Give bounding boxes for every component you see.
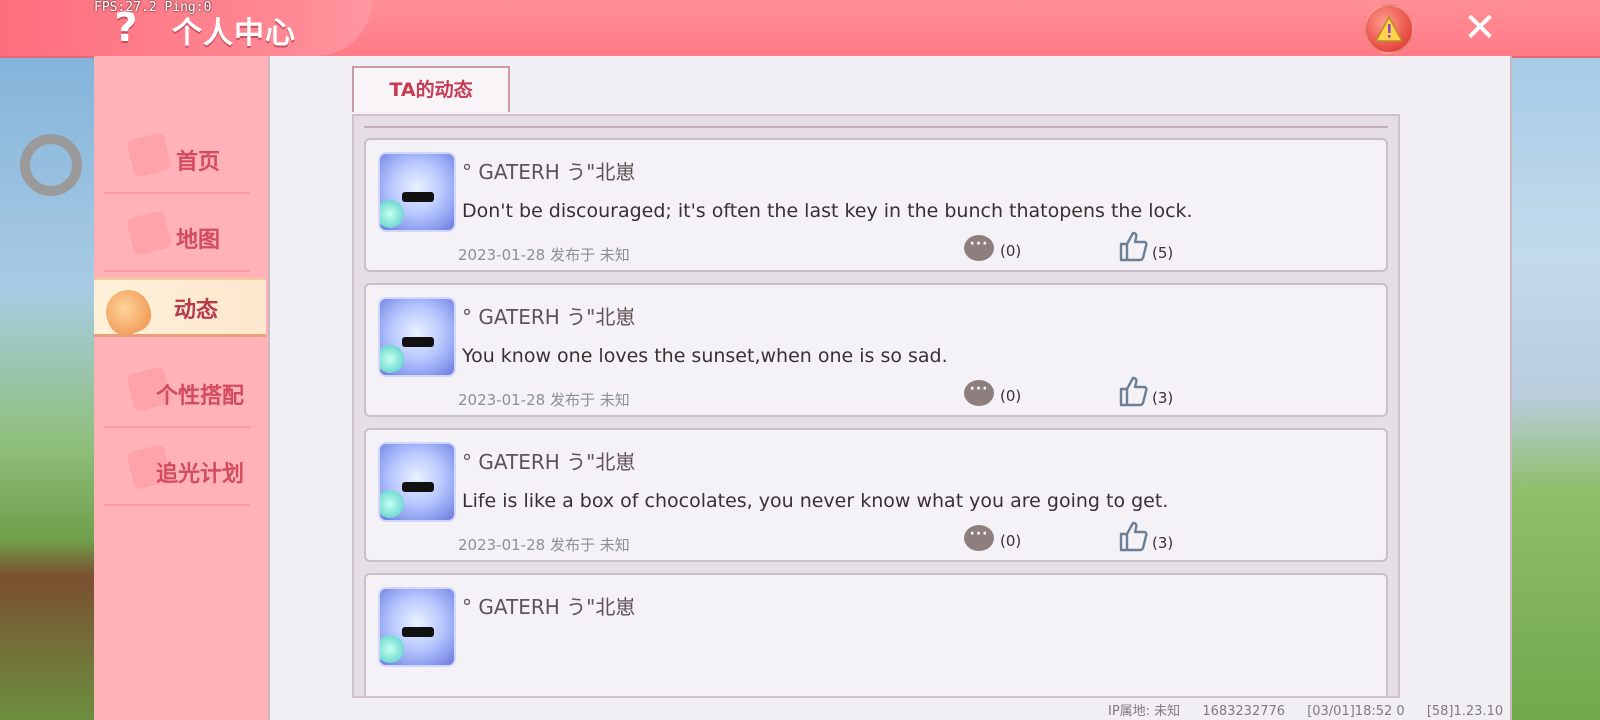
game-background-left: [0, 0, 94, 720]
sidebar-item-outfit[interactable]: 个性搭配: [94, 358, 268, 428]
sidebar: 首页 地图 动态 个性搭配 追光计划: [94, 56, 268, 720]
close-icon: ✕: [1463, 5, 1497, 51]
sidebar-divider: [104, 504, 250, 506]
timestamp: [03/01]18:52 0: [1307, 704, 1405, 719]
avatar[interactable]: [378, 442, 456, 522]
post-author: ° GATERH う"北崽: [462, 160, 636, 184]
sunglasses-decoration: [402, 192, 434, 202]
post-author: ° GATERH う"北崽: [462, 450, 636, 474]
sidebar-item-home[interactable]: 首页: [94, 124, 268, 194]
sidebar-item-label: 动态: [173, 298, 218, 323]
post-card[interactable]: ° GATERH う"北崽 You know one loves the sun…: [364, 283, 1388, 417]
post-content: You know one loves the sunset,when one i…: [462, 345, 948, 367]
report-button[interactable]: [1364, 4, 1414, 54]
close-button[interactable]: ✕: [1458, 6, 1502, 50]
flower-decoration: [380, 345, 404, 373]
header-bar: ? 个人中心 FPS:27.2 Ping:0 ✕: [0, 0, 1600, 58]
sidebar-divider: [104, 192, 250, 194]
post-author: ° GATERH う"北崽: [462, 595, 636, 619]
avatar[interactable]: [378, 152, 456, 232]
sidebar-divider: [104, 426, 250, 428]
avatar[interactable]: [378, 587, 456, 667]
post-author: ° GATERH う"北崽: [462, 305, 636, 329]
post-date: 2023-01-28 发布于 未知: [458, 536, 630, 554]
comment-icon[interactable]: [964, 525, 994, 551]
tab-ta-feed[interactable]: TA的动态: [352, 66, 510, 112]
post-date: 2023-01-28 发布于 未知: [458, 391, 630, 409]
comment-count: (0): [1000, 532, 1022, 550]
comment-icon[interactable]: [964, 235, 994, 261]
post-content: Life is like a box of chocolates, you ne…: [462, 490, 1169, 512]
post-card[interactable]: ° GATERH う"北崽 Life is like a box of choc…: [364, 428, 1388, 562]
sidebar-divider: [104, 270, 250, 272]
sidebar-item-feed[interactable]: 动态: [94, 278, 266, 341]
sidebar-item-label: 地图: [175, 228, 220, 253]
version: [58]1.23.10: [1426, 704, 1504, 719]
like-count: (3): [1152, 534, 1174, 552]
sunglasses-decoration: [402, 337, 434, 347]
sidebar-item-label: 追光计划: [155, 462, 244, 487]
comment-count: (0): [1000, 387, 1022, 405]
post-date: 2023-01-28 发布于 未知: [458, 246, 630, 264]
main-panel: TA的动态 ° GATERH う"北崽 Don't be discouraged…: [268, 56, 1512, 720]
sidebar-item-label: 首页: [175, 150, 220, 175]
like-count: (5): [1152, 244, 1174, 262]
flower-decoration: [380, 490, 404, 518]
ip-location: IP属地: 未知: [1108, 704, 1181, 719]
thumbs-up-icon[interactable]: [1118, 375, 1148, 407]
feed-divider: [364, 126, 1388, 128]
flower-decoration: [380, 635, 404, 663]
post-content: Don't be discouraged; it's often the las…: [462, 200, 1193, 222]
user-id: 1683232776: [1202, 704, 1286, 719]
thumbs-up-icon[interactable]: [1118, 230, 1148, 262]
flower-decoration: [380, 200, 404, 228]
sidebar-item-plan[interactable]: 追光计划: [94, 436, 268, 506]
comment-count: (0): [1000, 242, 1022, 260]
footer-info: IP属地: 未知 1683232776 [03/01]18:52 0 [58]1…: [1108, 700, 1503, 719]
sunglasses-decoration: [402, 482, 434, 492]
side-toggle-ring[interactable]: [20, 134, 82, 196]
feed-list[interactable]: ° GATERH う"北崽 Don't be discouraged; it's…: [352, 114, 1400, 698]
comment-icon[interactable]: [964, 380, 994, 406]
sidebar-item-map[interactable]: 地图: [94, 202, 268, 272]
post-card[interactable]: ° GATERH う"北崽: [364, 573, 1388, 696]
sidebar-item-label: 个性搭配: [155, 384, 244, 409]
like-count: (3): [1152, 389, 1174, 407]
post-card[interactable]: ° GATERH う"北崽 Don't be discouraged; it's…: [364, 138, 1388, 272]
fps-readout: FPS:27.2 Ping:0: [94, 0, 212, 15]
warning-icon: [1374, 15, 1404, 42]
avatar[interactable]: [378, 297, 456, 377]
sunglasses-decoration: [402, 627, 434, 637]
thumbs-up-icon[interactable]: [1118, 520, 1148, 552]
